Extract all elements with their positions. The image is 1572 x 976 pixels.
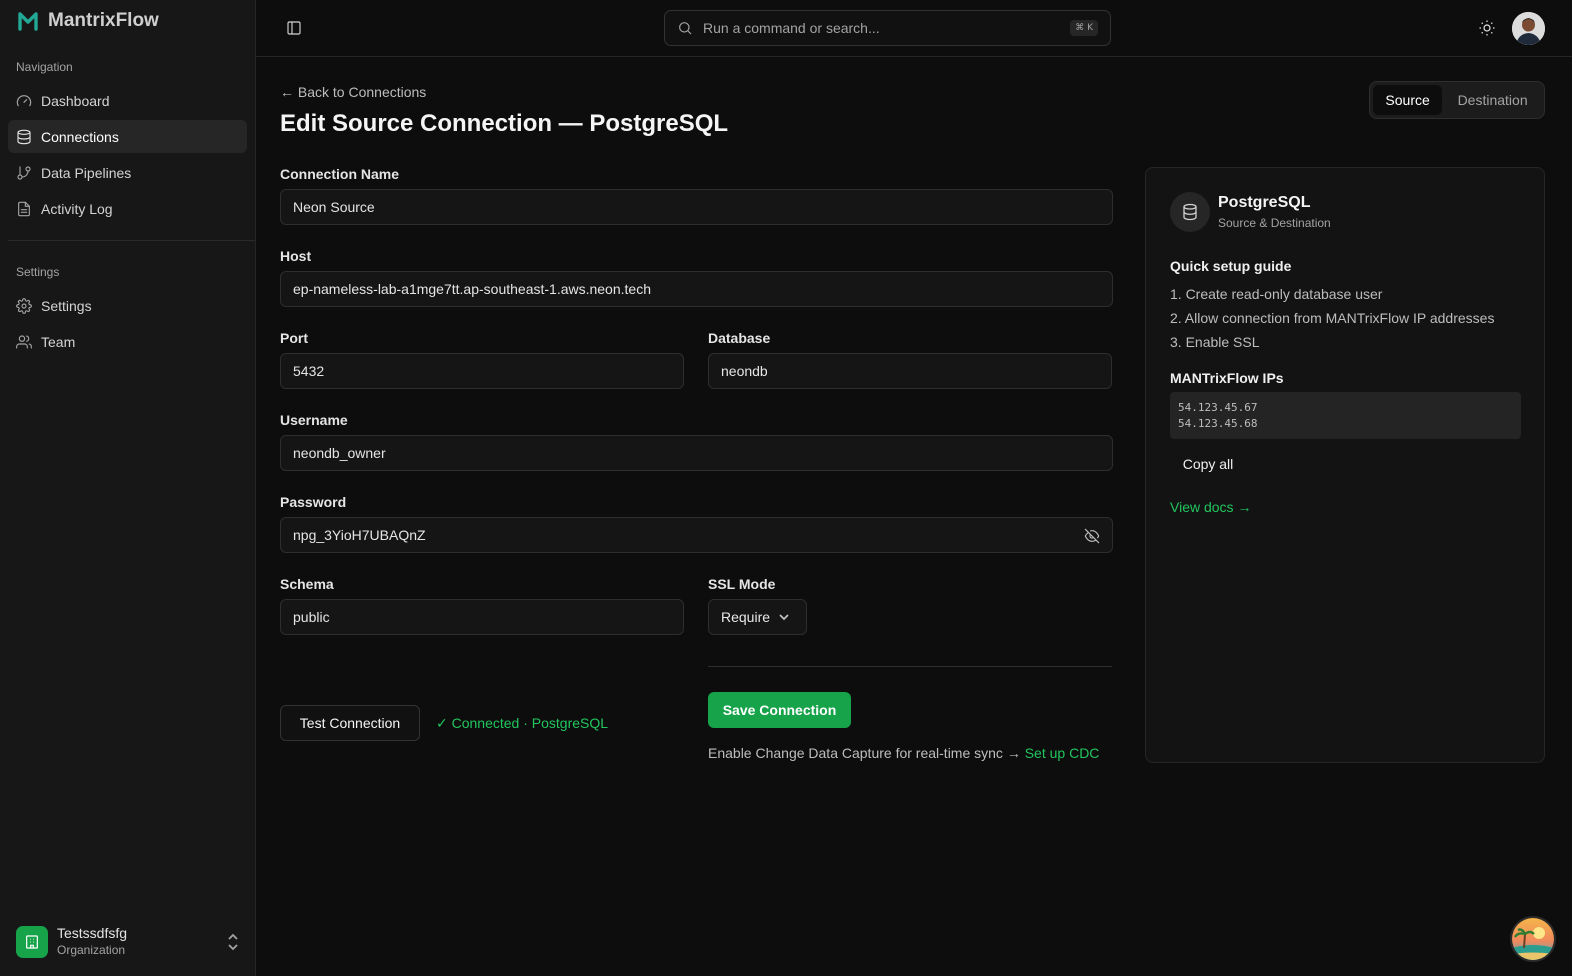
host-label: Host [280, 248, 312, 264]
org-name: Testssdfsfg [57, 925, 128, 941]
list-item: 2. Allow connection from MANTrixFlow IP … [1170, 310, 1495, 326]
sidebar-item-label: Activity Log [41, 200, 113, 217]
schema-label: Schema [280, 576, 334, 592]
org-switcher[interactable]: Testssdfsfg Organization [16, 924, 244, 960]
ip-list: 54.123.45.67 54.123.45.68 [1170, 392, 1521, 439]
tab-source[interactable]: Source [1373, 85, 1443, 115]
port-field[interactable]: 5432 [280, 353, 684, 389]
source-destination-toggle: Source Destination [1369, 81, 1545, 119]
user-avatar[interactable] [1512, 12, 1545, 45]
brand-name: MantrixFlow [48, 10, 159, 31]
sidebar-item-label: Data Pipelines [41, 164, 132, 181]
assistant-avatar-button[interactable] [1510, 916, 1556, 962]
ip-address: 54.123.45.67 [1178, 401, 1258, 414]
ssl-mode-value: Require [721, 609, 771, 625]
sidebar-item-data-pipelines[interactable]: Data Pipelines [8, 156, 247, 189]
username-label: Username [280, 412, 348, 428]
ip-address: 54.123.45.68 [1178, 417, 1258, 430]
connector-info-panel: PostgreSQL Source & Destination Quick se… [1145, 167, 1545, 763]
page-title: Edit Source Connection — PostgreSQL [280, 110, 729, 137]
sidebar-divider [8, 240, 255, 241]
git-branch-icon [17, 165, 31, 180]
chevron-down-icon [779, 614, 789, 621]
cdc-text: Enable Change Data Capture for real-time… [708, 745, 1021, 761]
database-icon [1170, 192, 1210, 232]
port-label: Port [280, 330, 308, 346]
building-icon [26, 935, 38, 949]
command-search-input[interactable]: Run a command or search... ⌘ K [664, 10, 1111, 46]
brand[interactable]: MantrixFlow [18, 10, 159, 32]
search-placeholder: Run a command or search... [703, 20, 880, 36]
username-field[interactable]: neondb_owner [280, 435, 1113, 471]
copy-all-button[interactable]: Copy all [1170, 448, 1246, 480]
sidebar-toggle-icon[interactable] [286, 20, 302, 36]
connection-name-label: Connection Name [280, 166, 400, 182]
database-label: Database [708, 330, 771, 346]
database-icon [17, 129, 31, 144]
sidebar-item-label: Team [41, 333, 76, 350]
password-field[interactable]: npg_3YioH7UBAQnZ [280, 517, 1113, 553]
actions-divider [708, 666, 1112, 667]
schema-field[interactable]: public [280, 599, 684, 635]
sidebar: MantrixFlow Navigation Dashboard Connect… [0, 0, 256, 976]
org-avatar [16, 926, 48, 958]
sidebar-item-connections[interactable]: Connections [8, 120, 247, 153]
password-label: Password [280, 494, 347, 510]
save-connection-button[interactable]: Save Connection [708, 692, 851, 728]
shortcut-badge: ⌘ K [1070, 20, 1098, 36]
connection-status: ✓ Connected · PostgreSQL [436, 715, 609, 731]
sun-icon[interactable] [1478, 19, 1496, 37]
tab-destination[interactable]: Destination [1444, 85, 1541, 115]
sidebar-item-label: Settings [41, 297, 92, 314]
setup-guide-title: Quick setup guide [1170, 258, 1292, 274]
connector-subtitle: Source & Destination [1218, 216, 1331, 230]
cdc-hint: Enable Change Data Capture for real-time… [708, 745, 1099, 761]
file-text-icon [18, 201, 30, 216]
nav-section-label: Navigation [16, 60, 73, 74]
sidebar-item-label: Dashboard [41, 92, 110, 109]
sidebar-item-dashboard[interactable]: Dashboard [8, 84, 247, 117]
list-item: 3. Enable SSL [1170, 334, 1260, 350]
sidebar-item-activity-log[interactable]: Activity Log [8, 192, 247, 225]
host-field[interactable]: ep-nameless-lab-a1mge7tt.ap-southeast-1.… [280, 271, 1113, 307]
ssl-mode-label: SSL Mode [708, 576, 776, 592]
gauge-icon [16, 94, 32, 106]
sidebar-item-settings[interactable]: Settings [8, 289, 247, 322]
brand-logo-icon [18, 12, 38, 31]
search-icon [679, 22, 692, 35]
back-to-connections-link[interactable]: ← Back to Connections [280, 84, 426, 100]
users-icon [16, 334, 32, 349]
password-value: npg_3YioH7UBAQnZ [293, 527, 426, 543]
chevrons-up-down-icon [226, 933, 240, 951]
sidebar-item-team[interactable]: Team [8, 325, 247, 358]
connector-title: PostgreSQL [1218, 194, 1311, 211]
view-docs-link[interactable]: View docs → [1170, 499, 1251, 515]
org-type: Organization [57, 943, 126, 957]
sidebar-item-label: Connections [41, 128, 119, 145]
setup-guide-list: 1. Create read-only database user 2. All… [1170, 284, 1494, 356]
settings-section-label: Settings [16, 265, 60, 279]
connection-name-field[interactable]: Neon Source [280, 189, 1113, 225]
ips-title: MANTrixFlow IPs [1170, 370, 1284, 386]
test-connection-button[interactable]: Test Connection [280, 705, 420, 741]
eye-off-icon[interactable] [1084, 528, 1100, 544]
org-text: Testssdfsfg Organization [57, 925, 127, 959]
database-field[interactable]: neondb [708, 353, 1112, 389]
list-item: 1. Create read-only database user [1170, 286, 1383, 302]
gear-icon [16, 297, 32, 314]
setup-cdc-link[interactable]: Set up CDC [1025, 745, 1100, 761]
ssl-mode-select[interactable]: Require [708, 599, 807, 635]
top-header: Run a command or search... ⌘ K [256, 0, 1572, 57]
